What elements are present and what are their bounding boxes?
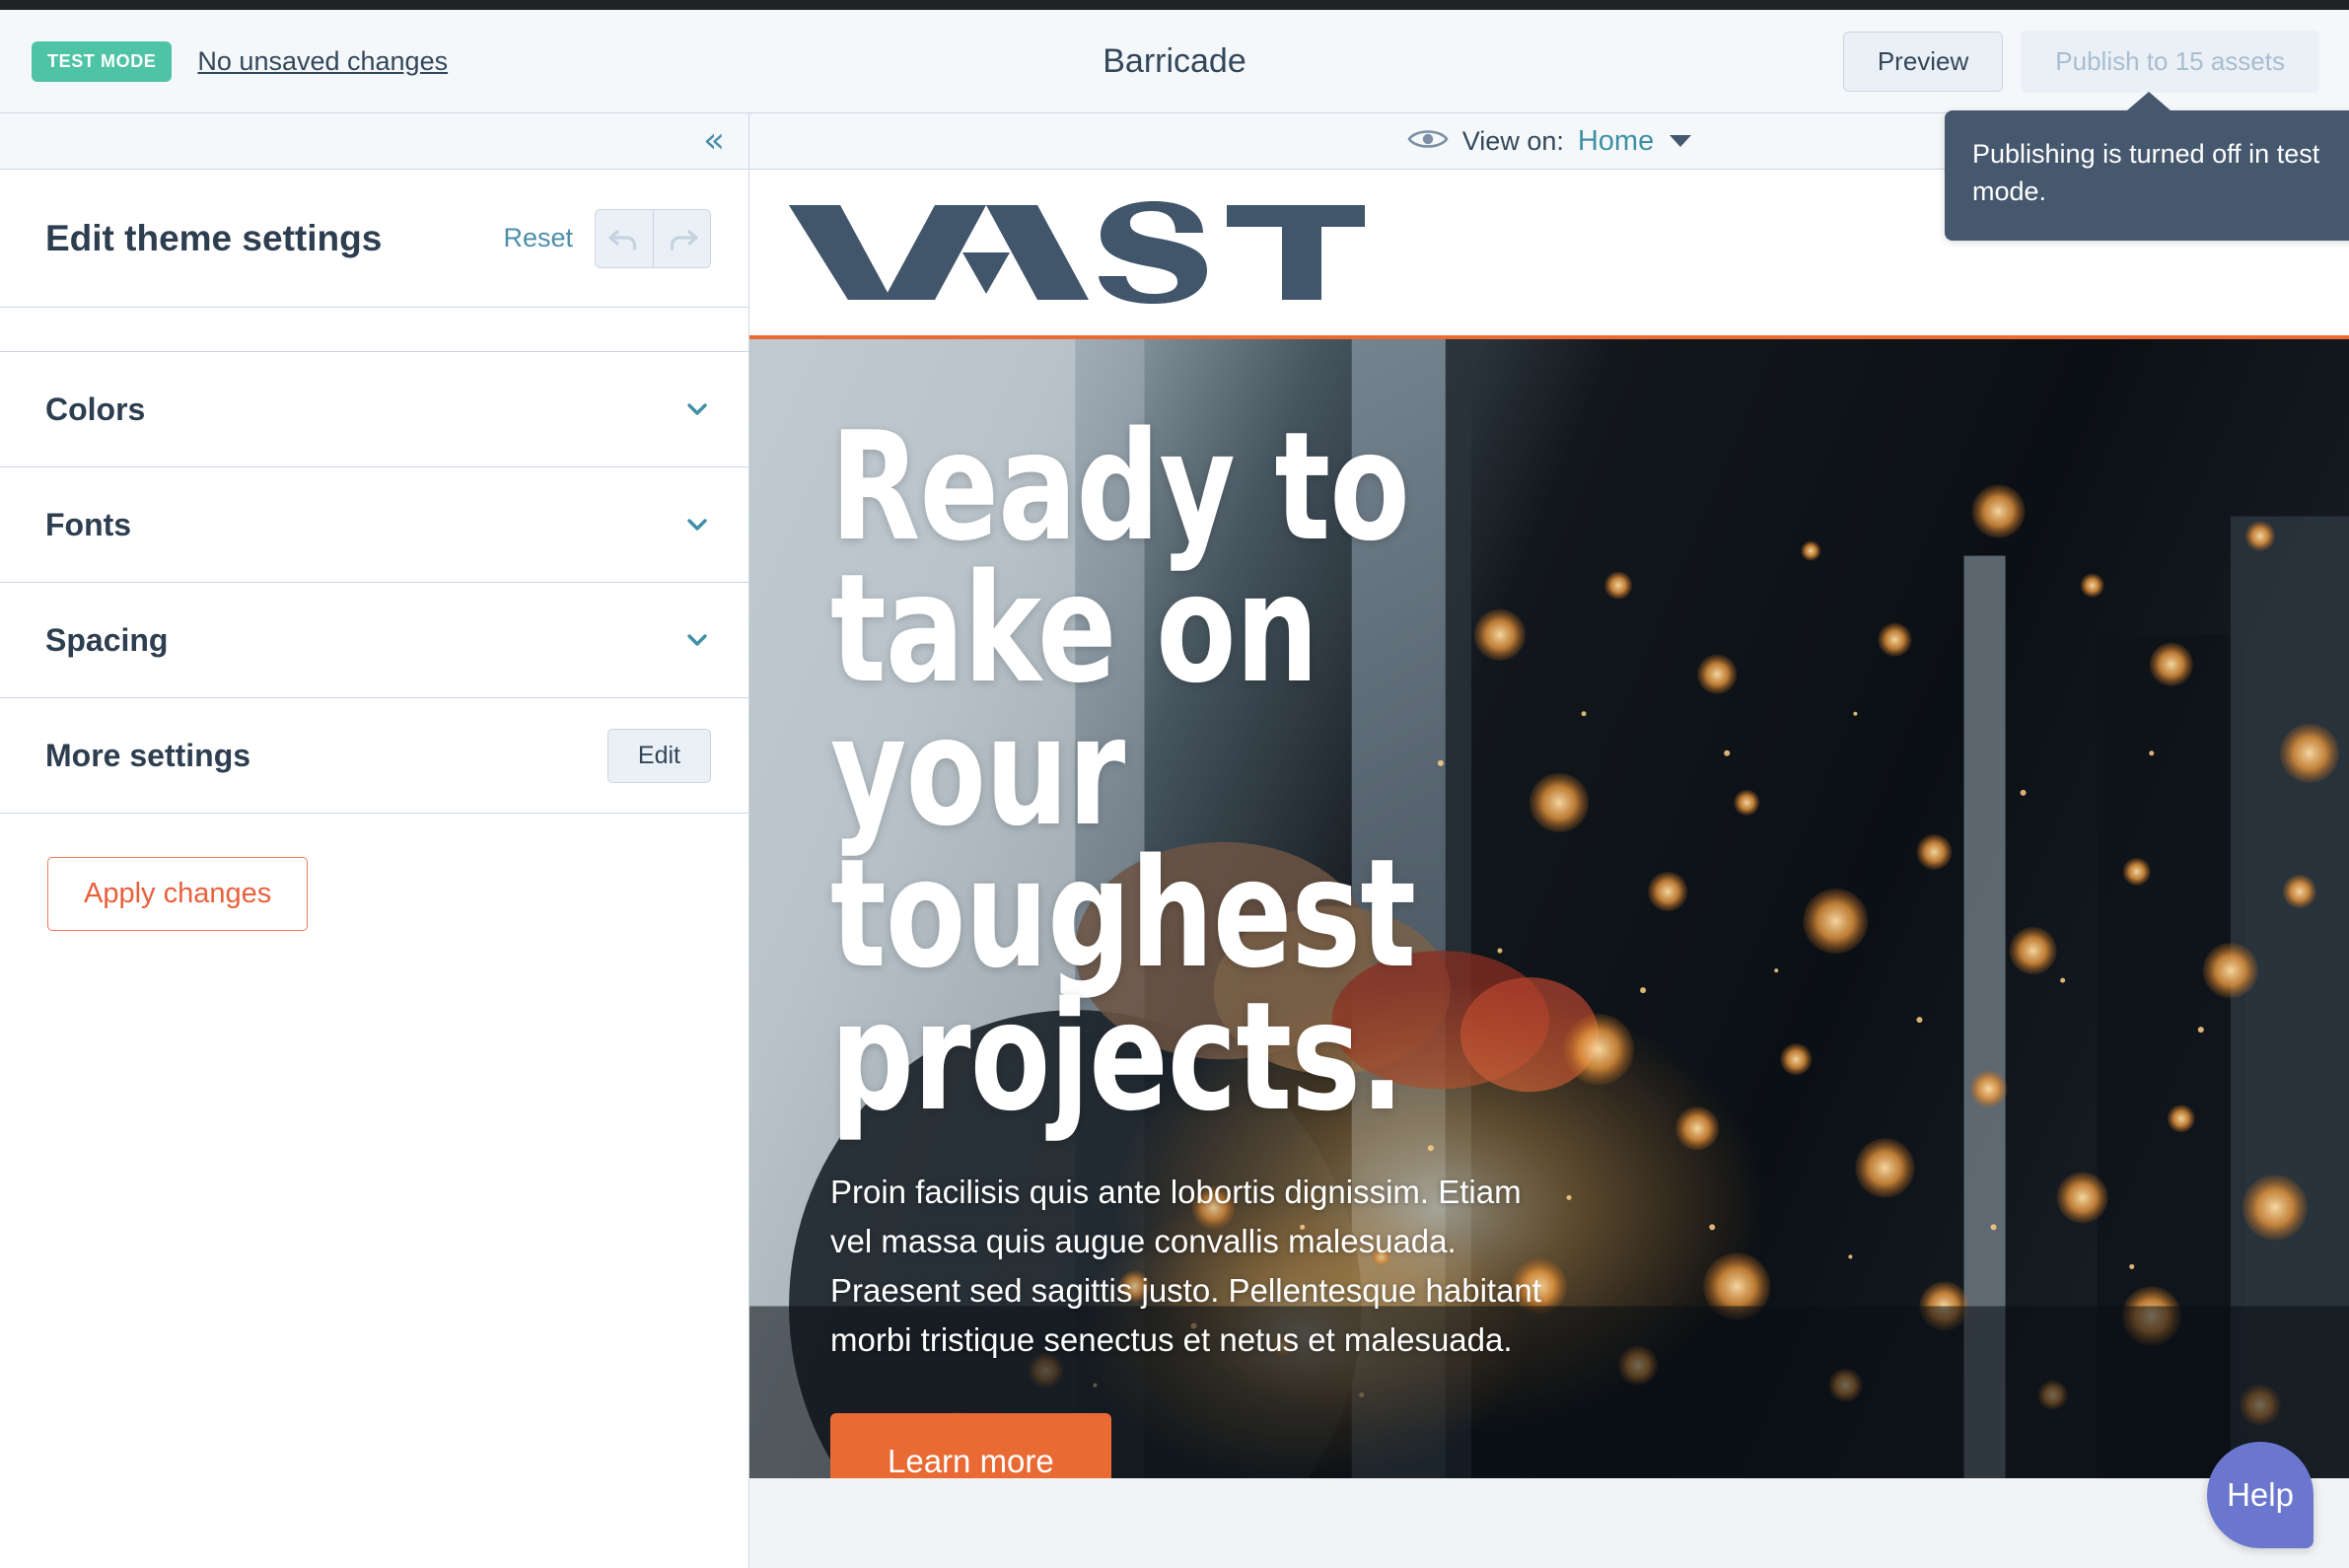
reset-link[interactable]: Reset: [503, 223, 573, 253]
hero-section: Ready to take on your toughest projects.…: [749, 339, 2349, 1478]
main-region: « Edit theme settings Reset Colors Fonts…: [0, 113, 2349, 1568]
publish-button: Publish to 15 assets: [2021, 30, 2319, 93]
apply-changes-area: Apply changes: [0, 814, 748, 931]
redo-button[interactable]: [653, 209, 710, 267]
edit-more-settings-button[interactable]: Edit: [606, 728, 711, 783]
unsaved-changes-link[interactable]: No unsaved changes: [197, 46, 448, 77]
chevron-down-icon[interactable]: [683, 395, 711, 423]
publish-disabled-tooltip: Publishing is turned off in test mode.: [1945, 92, 2349, 241]
top-bar-right-group: Preview Publish to 15 assets: [1842, 30, 2349, 93]
preview-footer-area: [749, 1478, 2349, 1568]
redo-arrow-icon: [665, 224, 700, 253]
undo-redo-group: [595, 208, 711, 268]
section-label: More settings: [45, 737, 251, 773]
eye-icon: [1407, 126, 1449, 157]
preview-pane: View on: Home Ready to take on your toug…: [749, 113, 2349, 1568]
theme-settings-sidebar: « Edit theme settings Reset Colors Fonts…: [0, 113, 749, 1568]
apply-changes-button[interactable]: Apply changes: [47, 857, 309, 931]
top-bar-left-group: TEST MODE No unsaved changes: [0, 40, 448, 82]
undo-button[interactable]: [596, 209, 653, 267]
view-on-label: View on:: [1461, 125, 1564, 156]
sidebar-collapse-bar: «: [0, 113, 748, 170]
sidebar-section-colors[interactable]: Colors: [0, 352, 748, 467]
chevron-double-left-icon[interactable]: «: [703, 123, 725, 159]
sidebar-section-fonts[interactable]: Fonts: [0, 467, 748, 583]
sidebar-title: Edit theme settings: [45, 217, 383, 258]
sidebar-header: Edit theme settings Reset: [0, 170, 748, 308]
learn-more-button[interactable]: Learn more: [830, 1412, 1111, 1478]
test-mode-badge: TEST MODE: [32, 40, 173, 82]
sidebar-spacer: [0, 308, 748, 352]
app-top-bar: TEST MODE No unsaved changes Barricade P…: [0, 10, 2349, 113]
chevron-down-icon[interactable]: [683, 626, 711, 654]
section-label: Spacing: [45, 621, 169, 658]
sidebar-section-more-settings: More settings Edit: [0, 698, 748, 814]
hero-heading: Ready to take on your toughest projects.: [830, 399, 1416, 1144]
chevron-down-icon[interactable]: [1670, 135, 1692, 147]
undo-arrow-icon: [606, 224, 642, 253]
hero-content: Ready to take on your toughest projects.…: [749, 339, 1558, 1478]
section-label: Colors: [45, 391, 146, 427]
section-label: Fonts: [45, 506, 132, 542]
preview-button[interactable]: Preview: [1842, 31, 2004, 92]
tooltip-text: Publishing is turned off in test mode.: [1972, 139, 2320, 207]
os-window-strip: [0, 0, 2349, 10]
view-on-value[interactable]: Home: [1578, 125, 1654, 158]
help-button[interactable]: Help: [2207, 1442, 2313, 1548]
chevron-down-icon[interactable]: [683, 511, 711, 538]
sidebar-section-spacing[interactable]: Spacing: [0, 583, 748, 698]
vast-logo: [789, 201, 1598, 304]
hero-paragraph: Proin facilisis quis ante lobortis digni…: [830, 1173, 1541, 1359]
